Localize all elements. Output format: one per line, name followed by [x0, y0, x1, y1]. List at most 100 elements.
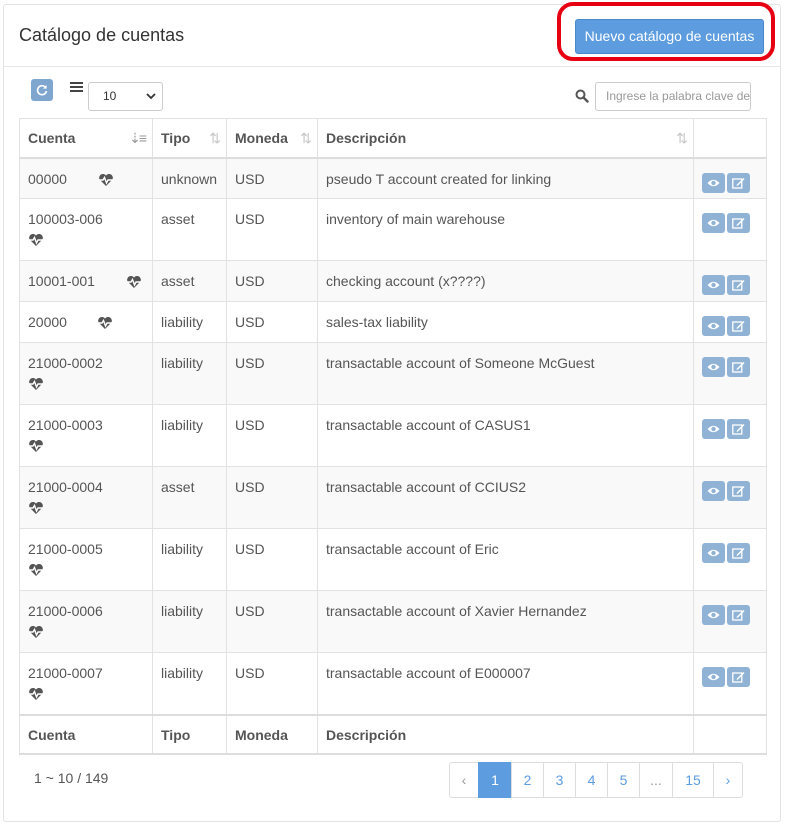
table-row: 100003-006 asset USD inventory of main ware…: [19, 198, 767, 261]
view-button[interactable]: [702, 419, 725, 439]
cell-descripcion: sales-tax liability: [317, 301, 694, 343]
view-button[interactable]: [702, 481, 725, 501]
table-row: 00000 unknown USD pseudo T account created …: [19, 157, 767, 199]
heartbeat-icon[interactable]: [97, 314, 113, 330]
search-icon: [575, 89, 589, 103]
pagination-page[interactable]: 4: [575, 762, 608, 798]
search-input[interactable]: Ingrese la palabra clave de búsqueda: [595, 82, 751, 111]
heartbeat-icon[interactable]: [28, 437, 44, 453]
sort-icon: ⇅: [209, 130, 221, 146]
cell-cuenta: 20000: [19, 301, 153, 343]
new-account-catalog-button[interactable]: Nuevo catálogo de cuentas: [575, 19, 764, 54]
heartbeat-icon[interactable]: [28, 499, 44, 515]
cell-moneda: USD: [226, 528, 318, 591]
column-header-actions: [693, 118, 767, 159]
footer-moneda: Moneda: [226, 713, 318, 755]
cell-actions: [693, 198, 767, 261]
pagination-page[interactable]: 3: [543, 762, 576, 798]
column-header-cuenta[interactable]: Cuenta ⇣≡: [19, 118, 153, 159]
edit-button[interactable]: [727, 275, 750, 295]
view-button[interactable]: [702, 275, 725, 295]
pagination-next[interactable]: ›: [713, 762, 743, 798]
table-row: 21000-0003 liability USD transactable accou…: [19, 404, 767, 467]
heartbeat-icon[interactable]: [28, 561, 44, 577]
column-header-moneda[interactable]: Moneda ⇅: [226, 118, 318, 159]
cell-descripcion: transactable account of CCIUS2: [317, 466, 694, 529]
cell-descripcion: transactable account of E000007: [317, 652, 694, 715]
cell-moneda: USD: [226, 157, 318, 199]
heartbeat-icon[interactable]: [28, 685, 44, 701]
cell-tipo: liability: [152, 342, 227, 405]
view-button[interactable]: [702, 172, 725, 193]
cell-moneda: USD: [226, 342, 318, 405]
cell-descripcion: transactable account of CASUS1: [317, 404, 694, 467]
refresh-icon[interactable]: [31, 79, 53, 101]
account-code: 10001-001: [28, 273, 95, 289]
cell-descripcion: checking account (x????): [317, 260, 694, 302]
edit-button[interactable]: [727, 316, 750, 336]
table-row: 20000 liability USD sales-tax liability: [19, 301, 767, 343]
heartbeat-icon[interactable]: [126, 273, 142, 289]
cell-moneda: USD: [226, 590, 318, 653]
cell-cuenta: 10001-001: [19, 260, 153, 302]
table-row: 10001-001 asset USD checking account (x????…: [19, 260, 767, 302]
cell-cuenta: 21000-0002: [19, 342, 153, 405]
heartbeat-icon[interactable]: [98, 171, 114, 187]
heartbeat-icon[interactable]: [28, 623, 44, 639]
view-button[interactable]: [702, 213, 725, 233]
edit-button[interactable]: [727, 605, 750, 625]
cell-moneda: USD: [226, 198, 318, 261]
cell-actions: [693, 528, 767, 591]
table-row: 21000-0002 liability USD transactable accou…: [19, 342, 767, 405]
footer-tipo: Tipo: [152, 713, 227, 755]
page-size-select[interactable]: 10: [88, 82, 163, 111]
cell-actions: [693, 652, 767, 715]
account-code: 00000: [28, 170, 67, 187]
account-code: 21000-0007: [28, 665, 103, 681]
cell-tipo: liability: [152, 652, 227, 715]
column-header-descripcion[interactable]: Descripción ⇅: [317, 118, 694, 159]
records-range: 1 ~ 10 / 149: [34, 770, 109, 786]
view-button[interactable]: [702, 316, 725, 336]
cell-actions: [693, 301, 767, 343]
pagination-page[interactable]: 1: [478, 762, 512, 798]
view-button[interactable]: [702, 605, 725, 625]
edit-button[interactable]: [727, 357, 750, 377]
cell-cuenta: 00000: [19, 157, 153, 199]
pagination-prev[interactable]: ‹: [449, 762, 479, 798]
pagination-page[interactable]: 5: [607, 762, 640, 798]
account-code: 100003-006: [28, 211, 103, 227]
chevron-down-icon: [146, 83, 156, 121]
footer-cuenta: Cuenta: [19, 713, 153, 755]
edit-button[interactable]: [727, 419, 750, 439]
cell-tipo: asset: [152, 198, 227, 261]
edit-button[interactable]: [727, 481, 750, 501]
view-button[interactable]: [702, 357, 725, 377]
cell-actions: [693, 342, 767, 405]
cell-tipo: unknown: [152, 157, 227, 199]
cell-tipo: liability: [152, 590, 227, 653]
view-button[interactable]: [702, 667, 725, 687]
column-header-tipo[interactable]: Tipo ⇅: [152, 118, 227, 159]
heartbeat-icon[interactable]: [28, 375, 44, 391]
pagination-page[interactable]: 2: [511, 762, 544, 798]
panel-header: Catálogo de cuentas Nuevo catálogo de cu…: [4, 5, 780, 67]
cell-tipo: asset: [152, 260, 227, 302]
edit-button[interactable]: [727, 543, 750, 563]
account-code: 21000-0004: [28, 479, 103, 495]
table-row: 21000-0006 liability USD transactable accou…: [19, 590, 767, 653]
cell-moneda: USD: [226, 466, 318, 529]
cell-actions: [693, 466, 767, 529]
cell-descripcion: transactable account of Xavier Hernandez: [317, 590, 694, 653]
view-button[interactable]: [702, 543, 725, 563]
edit-button[interactable]: [727, 667, 750, 687]
edit-button[interactable]: [727, 172, 750, 193]
cell-cuenta: 21000-0006: [19, 590, 153, 653]
accounts-table: Cuenta ⇣≡ Tipo ⇅ Moneda ⇅ Descripción ⇅ 0000…: [19, 118, 767, 755]
edit-button[interactable]: [727, 213, 750, 233]
heartbeat-icon[interactable]: [28, 231, 44, 247]
list-icon: [70, 81, 84, 95]
pagination-page[interactable]: 15: [672, 762, 714, 798]
cell-tipo: liability: [152, 301, 227, 343]
footer-descripcion: Descripción: [317, 713, 694, 755]
